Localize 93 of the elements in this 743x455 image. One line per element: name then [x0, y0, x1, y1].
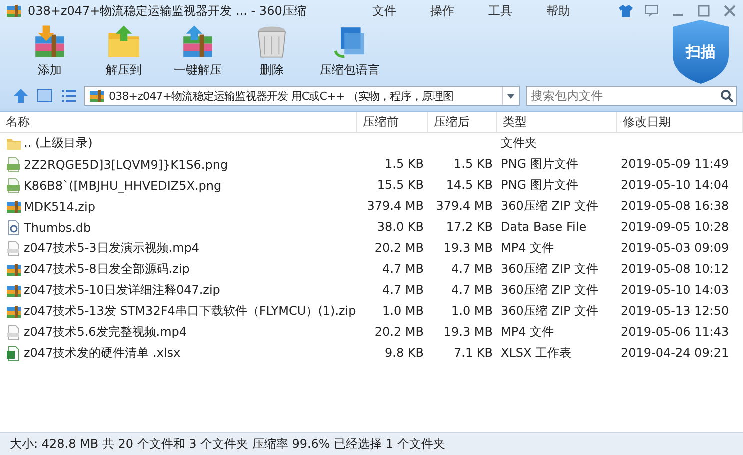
modified-date: 2019-05-08 16:38 — [621, 199, 730, 213]
file-type: PNG 图片文件 — [501, 157, 578, 171]
modified-date: 2019-05-10 14:03 — [621, 283, 730, 297]
original-size: 1.0 MB — [382, 304, 424, 318]
modified-date: 2019-05-10 14:04 — [621, 178, 730, 192]
file-type: 360压缩 ZIP 文件 — [501, 262, 599, 276]
spreadsheet-file-icon — [6, 346, 22, 362]
video-file-icon — [6, 240, 22, 256]
file-type: 360压缩 ZIP 文件 — [501, 283, 599, 297]
column-header[interactable]: 类型 — [497, 112, 617, 133]
modified-date: 2019-09-05 10:28 — [621, 220, 730, 234]
list-view-icon[interactable] — [60, 87, 78, 105]
folder-extract-icon — [106, 24, 142, 60]
file-type: XLSX 工作表 — [501, 346, 572, 360]
column-header[interactable]: 修改日期 — [617, 112, 743, 133]
file-name[interactable]: 2Z2RQGE5D]3[LQVM9]}K1S6.png — [24, 158, 228, 172]
compressed-size: 17.2 KB — [446, 220, 493, 234]
image-file-icon — [6, 178, 22, 194]
archive-icon — [89, 88, 105, 104]
compressed-size: 19.3 MB — [444, 325, 493, 339]
file-type: Data Base File — [501, 220, 587, 234]
menu-item[interactable]: 操作 — [430, 2, 454, 20]
maximize-icon[interactable] — [697, 4, 711, 18]
original-size: 20.2 MB — [374, 241, 424, 255]
thumbnail-view-icon[interactable] — [36, 87, 54, 105]
file-type: MP4 文件 — [501, 325, 554, 339]
search-icon[interactable] — [720, 89, 734, 103]
menu-item[interactable]: 帮助 — [546, 2, 570, 20]
file-name[interactable]: z047技术5-3日发演示视频.mp4 — [24, 240, 200, 257]
scan-button[interactable]: 扫描 — [673, 20, 729, 84]
file-name[interactable]: K86B8`([MBJHU_HHVEDIZ5X.png — [24, 178, 222, 192]
up-arrow-icon[interactable] — [12, 87, 30, 105]
column-header[interactable]: 压缩前 — [357, 112, 428, 133]
original-size: 9.8 KB — [385, 346, 424, 360]
compressed-size: 379.4 MB — [436, 199, 493, 213]
toolbar-button[interactable]: 删除 — [242, 22, 302, 81]
archive-icon — [6, 282, 22, 298]
file-name[interactable]: z047技术5-13发 STM32F4串口下载软件（FLYMCU）(1).zip — [24, 303, 356, 320]
modified-date: 2019-05-06 11:43 — [621, 325, 730, 339]
window-title: 038+z047+物流稳定运输监视器开发 ... - 360压缩 — [28, 2, 306, 20]
file-name[interactable]: z047技术5-8日发全部源码.zip — [24, 261, 190, 278]
original-size: 4.7 MB — [382, 262, 424, 276]
column-header[interactable]: 压缩后 — [428, 112, 497, 133]
compressed-size: 7.1 KB — [454, 346, 493, 360]
modified-date: 2019-04-24 09:21 — [621, 346, 730, 360]
settings-file-icon — [6, 220, 22, 236]
file-type: 文件夹 — [501, 136, 537, 150]
compressed-size: 1.5 KB — [454, 157, 493, 171]
file-name[interactable]: z047技术5-10日发详细注释047.zip — [24, 282, 220, 299]
close-icon[interactable] — [723, 4, 737, 18]
modified-date: 2019-05-13 12:50 — [621, 304, 730, 318]
video-file-icon — [6, 324, 22, 340]
path-text: 038+z047+物流稳定运输监视器开发 用C或C++ （实物，程序，原理图 — [109, 88, 455, 104]
original-size: 15.5 KB — [377, 178, 424, 192]
compressed-size: 4.7 MB — [452, 262, 493, 276]
file-name[interactable]: MDK514.zip — [24, 200, 96, 214]
original-size: 1.5 KB — [385, 157, 424, 171]
file-type: PNG 图片文件 — [501, 178, 578, 192]
compressed-size: 1.0 MB — [452, 304, 493, 318]
toolbar-button[interactable]: 压缩包语言 — [316, 22, 384, 81]
file-type: MP4 文件 — [501, 241, 554, 255]
column-header[interactable]: 名称 — [0, 112, 357, 133]
menu-item[interactable]: 工具 — [488, 2, 512, 20]
image-file-icon — [6, 156, 22, 172]
file-name[interactable]: z047技术5.6发完整视频.mp4 — [24, 324, 188, 341]
archive-icon — [6, 262, 22, 278]
feedback-icon[interactable] — [645, 4, 659, 18]
archive-icon — [6, 198, 22, 214]
file-name[interactable]: z047技术发的硬件清单 .xlsx — [24, 345, 181, 362]
path-field[interactable]: 038+z047+物流稳定运输监视器开发 用C或C++ （实物，程序，原理图 — [84, 86, 520, 106]
toolbar-button[interactable]: 添加 — [20, 22, 80, 81]
toolbar-button[interactable]: 一键解压 — [168, 22, 228, 81]
file-name[interactable]: Thumbs.db — [24, 220, 92, 234]
shirt-icon[interactable] — [619, 4, 633, 18]
original-size: 379.4 MB — [367, 199, 424, 213]
compressed-size: 4.7 MB — [452, 283, 493, 297]
original-size: 38.0 KB — [377, 220, 424, 234]
status-bar: 大小: 428.8 MB 共 20 个文件和 3 个文件夹 压缩率 99.6% 已经选择 1 个文件夹 — [0, 432, 743, 455]
original-size: 4.7 MB — [382, 283, 424, 297]
modified-date: 2019-05-09 11:49 — [621, 157, 730, 171]
app-icon — [6, 3, 22, 19]
menu-item[interactable]: 文件 — [372, 2, 396, 20]
compressed-size: 19.3 MB — [444, 241, 493, 255]
modified-date: 2019-05-03 09:09 — [621, 241, 730, 255]
archive-icon — [6, 304, 22, 320]
compressed-size: 14.5 KB — [446, 178, 493, 192]
original-size: 20.2 MB — [374, 325, 424, 339]
toolbar-button[interactable]: 解压到 — [94, 22, 154, 81]
file-type: 360压缩 ZIP 文件 — [501, 199, 599, 213]
file-name[interactable]: .. (上级目录) — [24, 135, 93, 152]
modified-date: 2019-05-08 10:12 — [621, 262, 730, 276]
search-field[interactable]: 搜索包内文件 — [526, 86, 737, 106]
file-type: 360压缩 ZIP 文件 — [501, 304, 599, 318]
